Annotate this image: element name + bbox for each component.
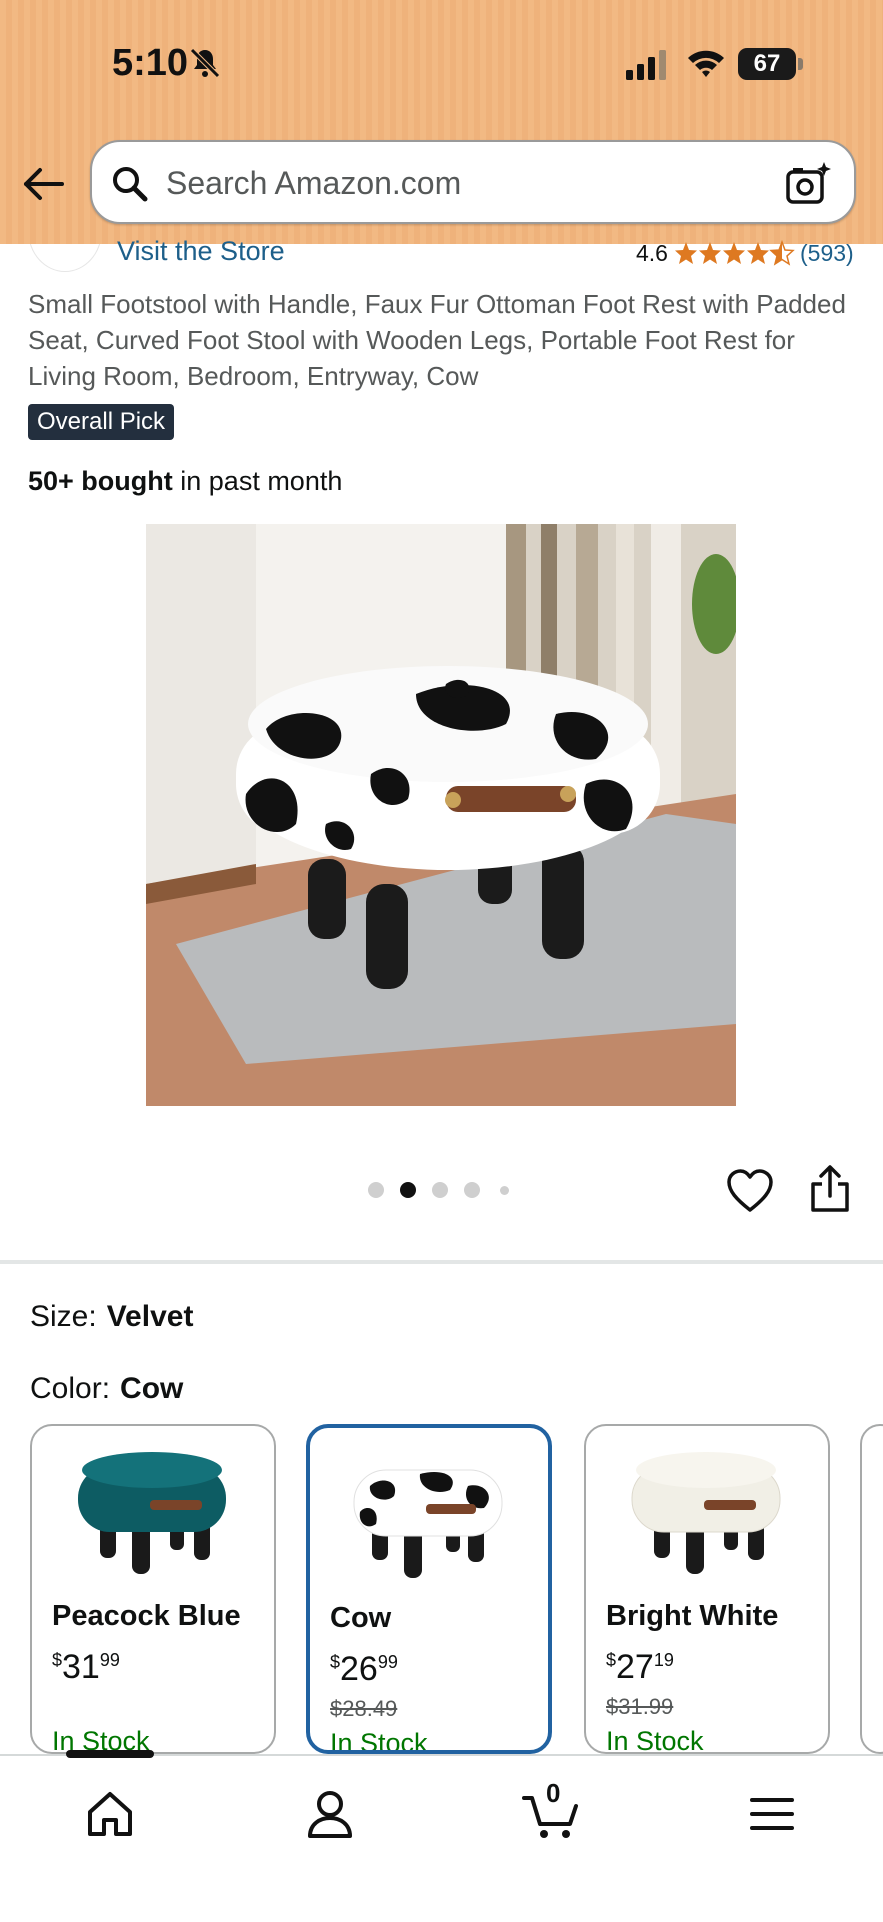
price-whole: 26 xyxy=(340,1650,378,1688)
search-icon xyxy=(113,167,148,202)
swatch-name: Cow xyxy=(330,1602,392,1634)
carousel-dot-active[interactable] xyxy=(400,1182,416,1198)
color-swatch-bright-white[interactable]: Bright White $2719 $31.99 In Stock xyxy=(584,1424,830,1754)
share-icon[interactable] xyxy=(808,1164,852,1214)
color-label: Color: xyxy=(30,1372,111,1405)
bell-muted-icon xyxy=(190,48,220,78)
search-bar[interactable] xyxy=(90,140,856,224)
section-divider xyxy=(0,1260,883,1264)
list-price: $31.99 xyxy=(606,1694,674,1719)
account-icon[interactable] xyxy=(300,1784,360,1844)
wifi-icon xyxy=(688,50,724,77)
list-price: $28.49 xyxy=(330,1696,398,1721)
search-input[interactable] xyxy=(164,156,748,210)
carousel-dot[interactable] xyxy=(500,1186,509,1195)
price-whole: 31 xyxy=(62,1648,100,1686)
status-time: 5:10 xyxy=(112,42,189,84)
price-currency: $ xyxy=(52,1650,63,1670)
bought-count: 50+ bought xyxy=(28,466,173,496)
camera-search-icon[interactable] xyxy=(784,160,832,206)
price-fraction: 99 xyxy=(99,1650,120,1670)
heart-icon[interactable] xyxy=(726,1168,774,1214)
carousel-dot[interactable] xyxy=(432,1182,448,1198)
swatch-thumbnail xyxy=(631,1452,781,1574)
battery-cap xyxy=(798,58,803,70)
rating-value: 4.6 xyxy=(636,240,668,266)
color-value: Cow xyxy=(120,1372,184,1405)
swatch-price: $2699 xyxy=(330,1650,398,1689)
price-currency: $ xyxy=(330,1652,341,1672)
top-header: 5:10 67 xyxy=(0,0,883,244)
swatch-name: Bright White xyxy=(606,1600,779,1632)
active-tab-indicator xyxy=(66,1750,154,1758)
cellular-signal-icon xyxy=(626,50,666,80)
price-fraction: 99 xyxy=(377,1652,398,1672)
bottom-navigation-bar: 0 xyxy=(0,1750,883,1922)
product-image[interactable] xyxy=(146,524,736,1106)
color-selection: Color: Cow xyxy=(30,1372,183,1406)
stock-status: In Stock xyxy=(330,1728,428,1754)
product-title: Small Footstool with Handle, Faux Fur Ot… xyxy=(28,289,846,391)
menu-icon[interactable] xyxy=(742,1784,802,1844)
bought-suffix: in past month xyxy=(172,466,343,496)
swatch-price: $3199 xyxy=(52,1648,120,1687)
home-icon[interactable] xyxy=(80,1784,140,1844)
carousel-dot[interactable] xyxy=(368,1182,384,1198)
swatch-thumbnail xyxy=(353,1469,503,1578)
price-currency: $ xyxy=(606,1650,617,1670)
cart-count: 0 xyxy=(546,1778,561,1808)
visit-store-link[interactable]: Visit the Store xyxy=(117,236,285,267)
review-count-link[interactable]: (593) xyxy=(800,240,854,267)
price-fraction: 19 xyxy=(653,1650,674,1670)
swatch-price: $2719 xyxy=(606,1648,674,1687)
overall-pick-badge: Overall Pick xyxy=(28,404,175,440)
battery-level: 67 xyxy=(738,48,796,80)
swatch-thumbnail xyxy=(78,1452,226,1574)
size-value: Velvet xyxy=(106,1300,194,1333)
color-swatch-peacock-blue[interactable]: Peacock Blue $3199 In Stock xyxy=(30,1424,276,1754)
bought-in-past-month: 50+ bought in past month xyxy=(28,466,342,497)
color-swatch-next-peek[interactable] xyxy=(860,1424,883,1754)
stock-status: In Stock xyxy=(606,1726,704,1754)
price-whole: 27 xyxy=(616,1648,654,1686)
color-swatch-cow[interactable]: Cow $2699 $28.49 In Stock xyxy=(306,1424,552,1754)
size-label: Size: xyxy=(30,1300,97,1333)
star-rating-icon[interactable] xyxy=(674,239,796,267)
swatch-name: Peacock Blue xyxy=(52,1600,241,1632)
carousel-dot[interactable] xyxy=(464,1182,480,1198)
back-arrow-icon[interactable] xyxy=(20,160,68,208)
size-selection: Size: Velvet xyxy=(30,1300,193,1334)
